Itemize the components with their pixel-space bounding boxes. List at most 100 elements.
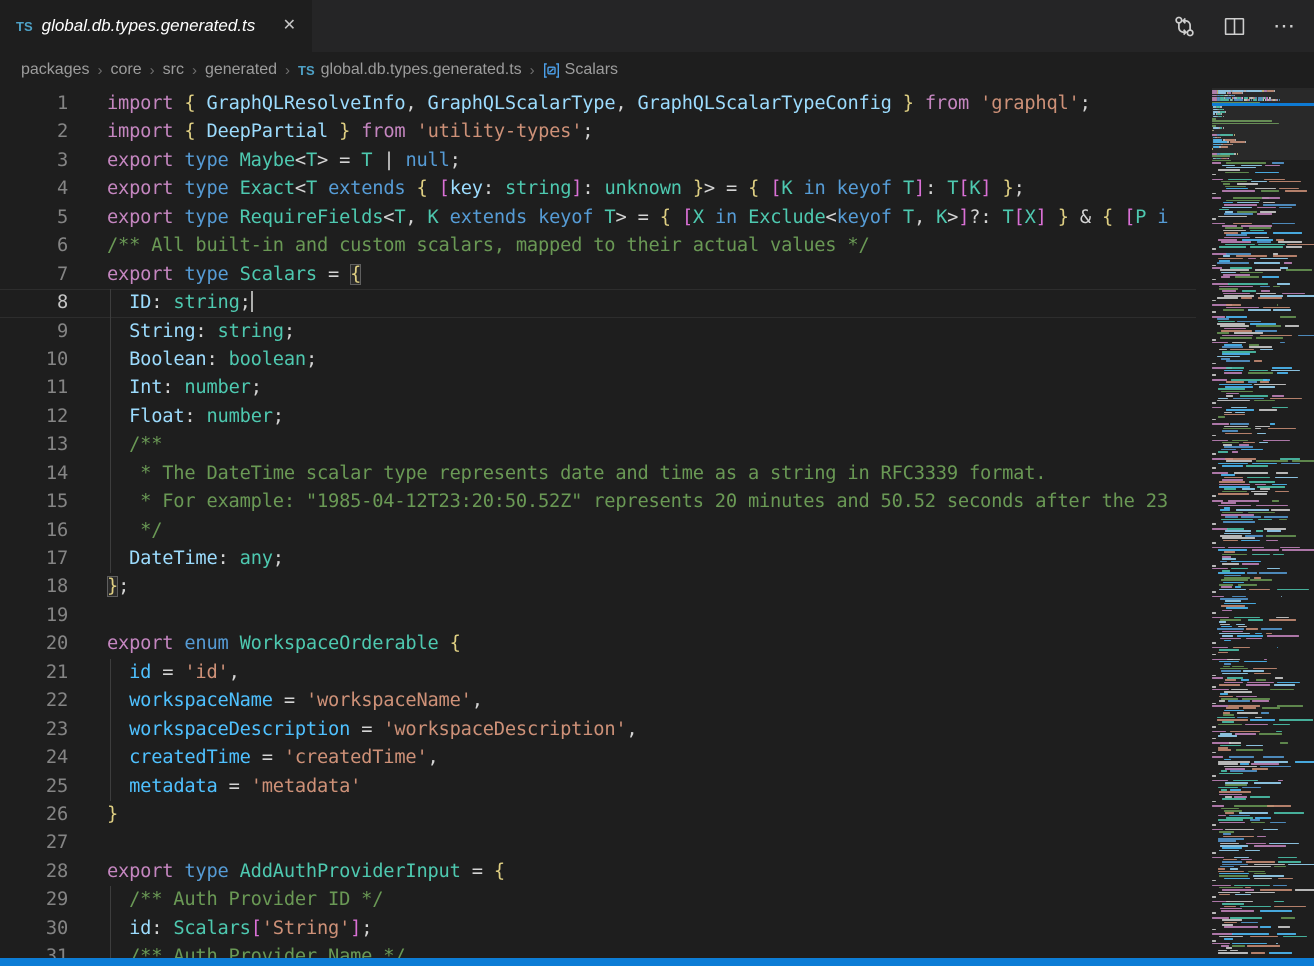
code-line-23[interactable]: 23 workspaceDescription = 'workspaceDesc… — [0, 716, 1196, 744]
minimap-row — [1212, 866, 1314, 868]
code-line-16[interactable]: 16 */ — [0, 517, 1196, 545]
code-text: workspaceDescription = 'workspaceDescrip… — [107, 716, 1196, 744]
code-text: Boolean: boolean; — [107, 346, 1196, 374]
minimap-row — [1212, 204, 1314, 206]
code-text: Float: number; — [107, 403, 1196, 431]
line-number: 11 — [0, 374, 68, 402]
minimap-row — [1212, 912, 1314, 914]
minimap-row — [1212, 218, 1314, 220]
code-line-8[interactable]: 8 ID: string; — [0, 289, 1196, 317]
code-text: /** — [107, 431, 1196, 459]
code-line-30[interactable]: 30 id: Scalars['String']; — [0, 915, 1196, 943]
code-text: export enum WorkspaceOrderable { — [107, 630, 1196, 658]
breadcrumb-item-src[interactable]: src — [161, 61, 186, 79]
minimap-row — [1212, 768, 1314, 770]
code-line-19[interactable]: 19 — [0, 602, 1196, 630]
code-line-27[interactable]: 27 — [0, 829, 1196, 857]
code-text: export type Scalars = { — [107, 261, 1196, 289]
breadcrumb-item-generated[interactable]: generated — [203, 61, 279, 79]
line-number: 24 — [0, 744, 68, 772]
indent-guide — [110, 659, 111, 687]
breadcrumb-item-file[interactable]: TSglobal.db.types.generated.ts — [296, 61, 524, 79]
code-line-9[interactable]: 9 String: string; — [0, 318, 1196, 346]
minimap-row — [1212, 903, 1314, 905]
minimap-row — [1212, 495, 1314, 497]
line-number: 21 — [0, 659, 68, 687]
code-line-25[interactable]: 25 metadata = 'metadata' — [0, 773, 1196, 801]
code-line-10[interactable]: 10 Boolean: boolean; — [0, 346, 1196, 374]
code-line-24[interactable]: 24 createdTime = 'createdTime', — [0, 744, 1196, 772]
code-text: export type Exact<T extends { [key: stri… — [107, 175, 1196, 203]
code-line-28[interactable]: 28export type AddAuthProviderInput = { — [0, 858, 1196, 886]
tab-global-db-types-generated[interactable]: TS global.db.types.generated.ts ✕ — [0, 0, 312, 52]
code-line-14[interactable]: 14 * The DateTime scalar type represents… — [0, 460, 1196, 488]
code-line-22[interactable]: 22 workspaceName = 'workspaceName', — [0, 687, 1196, 715]
minimap-row — [1212, 193, 1314, 195]
code-text: */ — [107, 517, 1196, 545]
code-text: * The DateTime scalar type represents da… — [107, 460, 1196, 488]
indent-guide — [110, 886, 111, 914]
minimap-row — [1212, 691, 1314, 693]
minimap-row — [1212, 801, 1314, 803]
minimap-row — [1212, 554, 1314, 556]
code-line-13[interactable]: 13 /** — [0, 431, 1196, 459]
code-line-17[interactable]: 17 DateTime: any; — [0, 545, 1196, 573]
indent-guide — [110, 744, 111, 772]
minimap-row — [1212, 458, 1314, 460]
code-line-20[interactable]: 20export enum WorkspaceOrderable { — [0, 630, 1196, 658]
code-line-6[interactable]: 6/** All built-in and custom scalars, ma… — [0, 232, 1196, 260]
minimap-row — [1212, 654, 1314, 656]
code-line-31[interactable]: 31 /** Auth Provider Name */ — [0, 943, 1196, 958]
more-actions-icon[interactable]: ⋯ — [1272, 14, 1296, 38]
indent-guide — [110, 346, 111, 374]
close-tab-icon[interactable]: ✕ — [279, 16, 300, 36]
minimap-current-line — [1212, 103, 1314, 106]
line-number: 18 — [0, 573, 68, 601]
code-line-26[interactable]: 26} — [0, 801, 1196, 829]
code-line-2[interactable]: 2import { DeepPartial } from 'utility-ty… — [0, 118, 1196, 146]
code-text: workspaceName = 'workspaceName', — [107, 687, 1196, 715]
code-line-1[interactable]: 1import { GraphQLResolveInfo, GraphQLSca… — [0, 90, 1196, 118]
minimap-slider[interactable] — [1212, 88, 1314, 160]
minimap-row — [1212, 174, 1314, 176]
minimap-row — [1212, 321, 1314, 323]
minimap-row — [1212, 952, 1314, 954]
minimap-row — [1212, 591, 1314, 593]
code-pane[interactable]: 1import { GraphQLResolveInfo, GraphQLSca… — [0, 88, 1196, 958]
code-text: /** Auth Provider Name */ — [107, 943, 1196, 958]
breadcrumb-item-core[interactable]: core — [109, 61, 144, 79]
minimap-row — [1212, 300, 1314, 302]
line-number: 17 — [0, 545, 68, 573]
code-line-11[interactable]: 11 Int: number; — [0, 374, 1196, 402]
line-number: 10 — [0, 346, 68, 374]
minimap[interactable] — [1212, 88, 1314, 958]
line-number: 23 — [0, 716, 68, 744]
minimap-row — [1212, 542, 1314, 544]
code-line-29[interactable]: 29 /** Auth Provider ID */ — [0, 886, 1196, 914]
code-line-15[interactable]: 15 * For example: "1985-04-12T23:20:50.5… — [0, 488, 1196, 516]
line-number: 22 — [0, 687, 68, 715]
minimap-row — [1212, 752, 1314, 754]
split-editor-icon[interactable] — [1222, 14, 1246, 38]
breadcrumb-separator-icon: › — [144, 62, 161, 79]
code-line-3[interactable]: 3export type Maybe<T> = T | null; — [0, 147, 1196, 175]
indent-guide — [110, 403, 111, 431]
open-changes-icon[interactable] — [1172, 14, 1196, 38]
breadcrumb-item-packages[interactable]: packages — [19, 61, 92, 79]
minimap-row — [1212, 852, 1314, 854]
code-text: }; — [107, 573, 1196, 601]
code-line-12[interactable]: 12 Float: number; — [0, 403, 1196, 431]
minimap-row — [1212, 477, 1314, 479]
code-line-21[interactable]: 21 id = 'id', — [0, 659, 1196, 687]
code-line-7[interactable]: 7export type Scalars = { — [0, 261, 1196, 289]
line-number: 4 — [0, 175, 68, 203]
code-line-5[interactable]: 5export type RequireFields<T, K extends … — [0, 204, 1196, 232]
code-line-18[interactable]: 18}; — [0, 573, 1196, 601]
line-number: 2 — [0, 118, 68, 146]
editor-actions: ⋯ — [1172, 0, 1314, 52]
code-line-4[interactable]: 4 export type Exact<T extends { [key: str… — [0, 175, 1196, 203]
breadcrumb-item-symbol[interactable]: Scalars — [541, 61, 620, 79]
indent-guide — [110, 517, 111, 545]
code-text: id = 'id', — [107, 659, 1196, 687]
code-editor[interactable]: 1import { GraphQLResolveInfo, GraphQLSca… — [0, 88, 1314, 958]
